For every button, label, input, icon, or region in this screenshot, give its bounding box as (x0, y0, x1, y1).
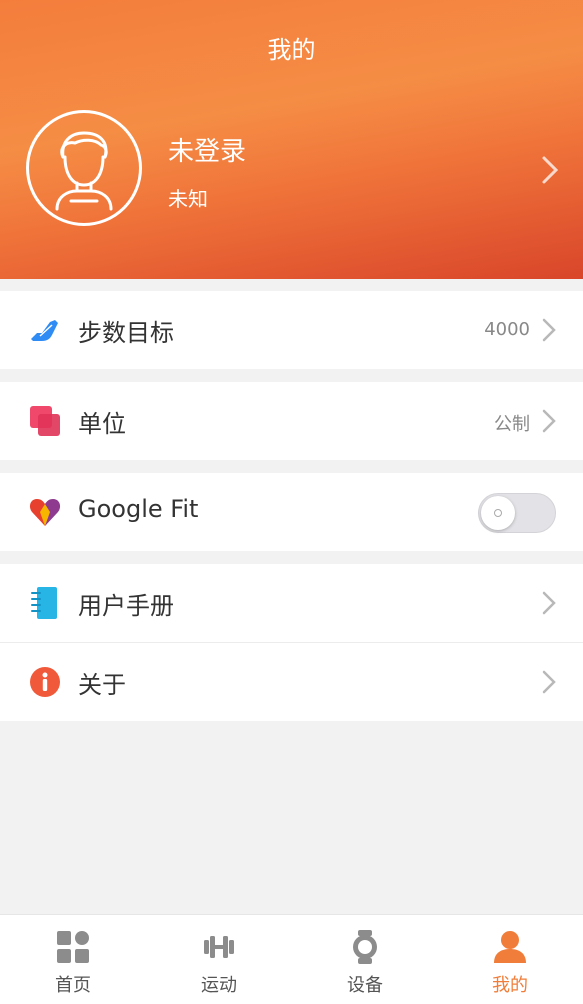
dumbbell-icon (204, 936, 234, 958)
toggle-knob (481, 496, 515, 530)
user-status: 未知 (168, 187, 208, 211)
tab-device[interactable]: 设备 (292, 915, 438, 1004)
tab-home-label: 首页 (55, 975, 91, 996)
tab-device-label: 设备 (347, 975, 383, 996)
settings-row-user-manual[interactable]: 用户手册 (0, 564, 583, 642)
settings-row-google-fit: Google Fit (0, 473, 583, 551)
person-icon (494, 931, 526, 963)
tab-mine-label: 我的 (492, 975, 528, 996)
profile-header: 我的 未登录 未知 (0, 0, 583, 279)
watch-icon (353, 930, 377, 964)
tab-home[interactable]: 首页 (0, 915, 146, 1004)
tab-mine[interactable]: 我的 (437, 915, 583, 1004)
info-icon (30, 667, 60, 697)
unit-value: 公制 (494, 414, 530, 435)
running-shoe-icon (31, 320, 58, 341)
avatar[interactable] (26, 110, 142, 226)
chevron-right-icon (542, 318, 556, 342)
settings-row-step-goal[interactable]: 步数目标 4000 (0, 291, 583, 369)
google-fit-label: Google Fit (78, 495, 199, 523)
unit-label: 单位 (78, 410, 126, 438)
manual-book-icon (31, 587, 57, 619)
page-title: 我的 (267, 36, 316, 64)
home-grid-icon (57, 931, 89, 963)
settings-row-about[interactable]: 关于 (0, 643, 583, 721)
step-goal-label: 步数目标 (78, 319, 174, 347)
tab-sport[interactable]: 运动 (146, 915, 292, 1004)
chevron-right-icon[interactable] (538, 154, 562, 186)
chevron-right-icon (542, 409, 556, 433)
about-label: 关于 (78, 671, 126, 699)
user-avatar-icon (55, 131, 113, 211)
google-fit-heart-icon (29, 499, 61, 526)
unit-squares-icon (30, 406, 60, 436)
bottom-tab-bar: 首页 运动 设备 我的 (0, 914, 583, 1004)
google-fit-toggle[interactable] (478, 493, 556, 533)
step-goal-value: 4000 (484, 319, 530, 340)
user-name[interactable]: 未登录 (168, 131, 246, 168)
settings-row-unit[interactable]: 单位 公制 (0, 382, 583, 460)
user-manual-label: 用户手册 (78, 592, 174, 620)
chevron-right-icon (542, 591, 556, 615)
tab-sport-label: 运动 (201, 975, 237, 996)
chevron-right-icon (542, 670, 556, 694)
